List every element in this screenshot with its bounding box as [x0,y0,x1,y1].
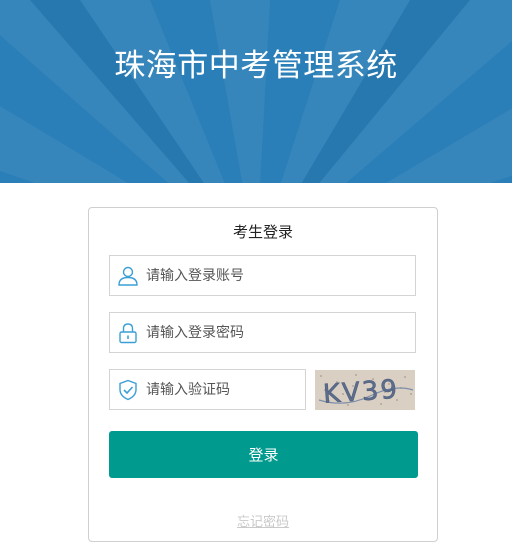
captcha-text: KV39 [322,375,400,410]
lock-icon [119,323,137,344]
banner-ray-pattern [0,0,512,183]
captcha-noise: KV39 [315,370,415,410]
login-button[interactable]: 登录 [109,431,418,478]
forgot-password-link[interactable]: 忘记密码 [89,511,437,530]
page-title: 珠海市中考管理系统 [114,48,398,84]
login-card: 考生登录 请输入登录账号 请输入验证码 KV39 登录 忘记密码 [88,207,438,542]
login-title: 考生登录 [232,223,293,241]
user-icon [118,266,138,286]
account-field [109,255,416,296]
header-banner: 珠海市中考管理系统 [0,0,512,183]
captcha-image[interactable]: KV39 [315,370,415,410]
password-field [109,312,416,353]
shield-icon [119,379,137,401]
captcha-field [109,369,306,410]
captcha-input[interactable] [146,370,301,409]
password-input[interactable] [146,313,406,352]
account-input[interactable] [146,256,406,295]
